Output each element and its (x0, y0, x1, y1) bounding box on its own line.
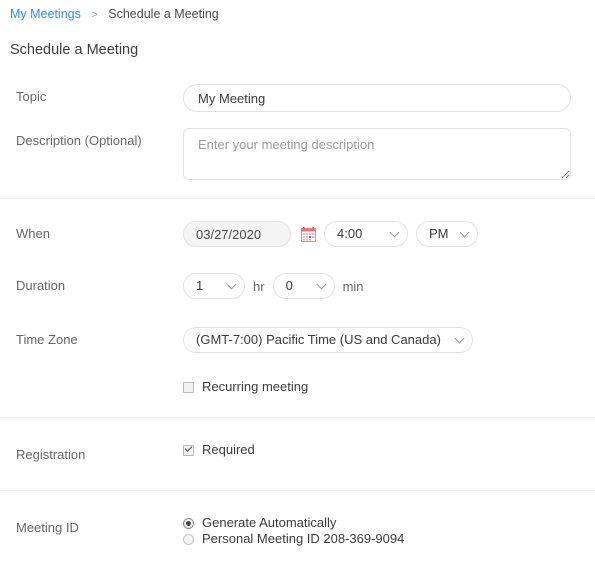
recurring-meeting-checkbox[interactable] (183, 381, 194, 393)
schedule-meeting-form: Topic Description (Optional) When (0, 77, 595, 561)
timezone-select-shell[interactable]: (GMT-7:00) Pacific Time (US and Canada) (183, 327, 473, 353)
meeting-id-generate-automatically-label: Generate Automatically (202, 515, 337, 530)
recurring-meeting-checkbox-group[interactable]: Recurring meeting (183, 379, 308, 395)
duration-minutes-unit: min (342, 278, 364, 294)
label-topic: Topic (16, 89, 47, 104)
topic-input[interactable] (183, 84, 571, 112)
row-meeting-id: Meeting ID Generate Automatically Person… (0, 491, 595, 561)
row-registration: Registration Required (0, 418, 595, 490)
section-meeting-id: Meeting ID Generate Automatically Person… (0, 491, 595, 561)
meeting-id-generate-automatically-group[interactable]: Generate Automatically (183, 515, 336, 531)
label-recurring-spacer (0, 379, 183, 383)
duration-hours-select[interactable]: 1 (184, 274, 244, 298)
meeting-id-personal-label: Personal Meeting ID 208-369-9094 (202, 531, 405, 546)
duration-hours-select-shell[interactable]: 1 (183, 273, 245, 299)
section-basic-info: Topic Description (Optional) (0, 77, 595, 199)
registration-required-label: Required (202, 442, 255, 457)
label-when: When (16, 226, 50, 241)
label-timezone: Time Zone (16, 332, 78, 347)
duration-minutes-select-shell[interactable]: 0 (272, 273, 335, 299)
breadcrumb-current: Schedule a Meeting (108, 7, 219, 21)
duration-minutes-select[interactable]: 0 (273, 274, 334, 298)
row-topic: Topic (0, 77, 595, 112)
description-textarea[interactable] (183, 128, 571, 180)
calendar-icon[interactable] (301, 226, 316, 242)
breadcrumb-separator: > (91, 9, 98, 21)
section-schedule: When 03/27/2020 4:00 PM Duration 1 hr 0 … (0, 199, 595, 418)
start-time-select[interactable]: 4:00 (325, 222, 407, 246)
meeting-date-input[interactable] (183, 221, 291, 247)
label-duration: Duration (16, 278, 66, 293)
recurring-meeting-label: Recurring meeting (202, 379, 309, 394)
meeting-id-generate-automatically-radio[interactable] (183, 517, 194, 529)
start-time-select-shell[interactable]: 4:00 (324, 221, 408, 247)
row-duration: Duration 1 hr 0 min (0, 247, 595, 299)
row-recurring: Recurring meeting (0, 353, 595, 417)
breadcrumb-link-my-meetings[interactable]: My Meetings (10, 7, 81, 21)
row-when: When 03/27/2020 4:00 PM (0, 199, 595, 247)
meeting-id-personal-group[interactable]: Personal Meeting ID 208-369-9094 (183, 531, 404, 547)
registration-required-checkbox[interactable] (183, 444, 194, 456)
duration-hours-unit: hr (253, 278, 265, 294)
row-description: Description (Optional) (0, 112, 595, 198)
timezone-select[interactable]: (GMT-7:00) Pacific Time (US and Canada) (184, 328, 472, 352)
label-registration: Registration (16, 447, 86, 462)
row-timezone: Time Zone (GMT-7:00) Pacific Time (US an… (0, 299, 595, 353)
ampm-select-shell[interactable]: PM (416, 221, 478, 247)
label-meeting-id: Meeting ID (16, 520, 79, 535)
breadcrumb: My Meetings > Schedule a Meeting (0, 0, 595, 23)
section-registration: Registration Required (0, 418, 595, 491)
registration-required-checkbox-group[interactable]: Required (183, 442, 255, 458)
page-title: Schedule a Meeting (10, 42, 139, 58)
meeting-id-personal-radio[interactable] (183, 533, 194, 545)
label-description: Description (Optional) (16, 133, 142, 148)
ampm-select[interactable]: PM (417, 222, 477, 246)
